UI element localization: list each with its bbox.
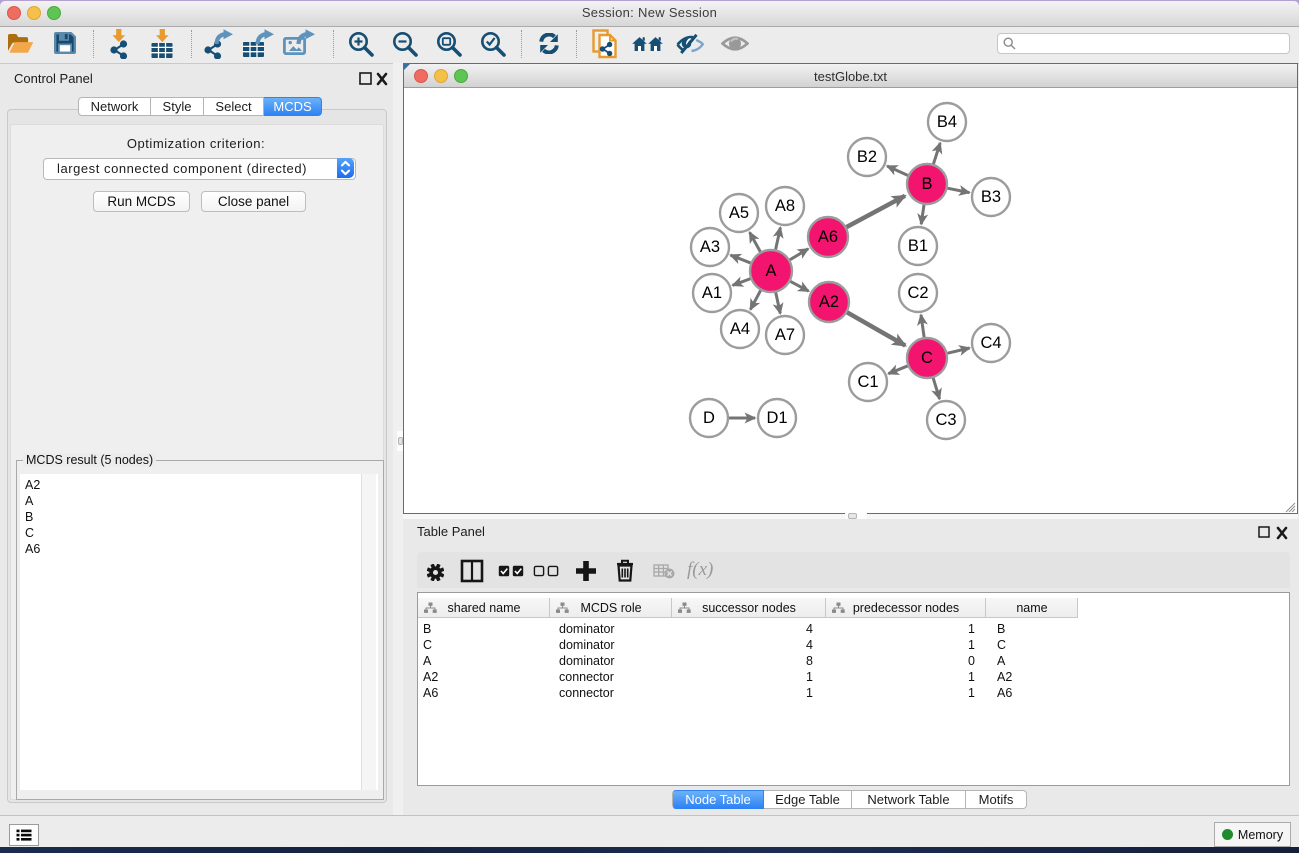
svg-text:A7: A7 [775,326,795,344]
svg-text:C3: C3 [935,411,956,429]
svg-text:C4: C4 [980,334,1001,352]
svg-text:C: C [921,349,933,367]
svg-text:B: B [921,175,932,193]
svg-text:A2: A2 [819,293,839,311]
svg-text:B1: B1 [908,237,928,255]
svg-text:A1: A1 [702,284,722,302]
svg-text:A: A [765,262,776,280]
svg-text:C2: C2 [907,284,928,302]
svg-text:B3: B3 [981,188,1001,206]
svg-text:A3: A3 [700,238,720,256]
svg-text:B2: B2 [857,148,877,166]
svg-text:D: D [703,409,715,427]
svg-text:A6: A6 [818,228,838,246]
svg-text:D1: D1 [766,409,787,427]
svg-text:A8: A8 [775,197,795,215]
svg-text:A4: A4 [730,320,750,338]
svg-text:A5: A5 [729,204,749,222]
svg-text:C1: C1 [857,373,878,391]
svg-text:B4: B4 [937,113,957,131]
